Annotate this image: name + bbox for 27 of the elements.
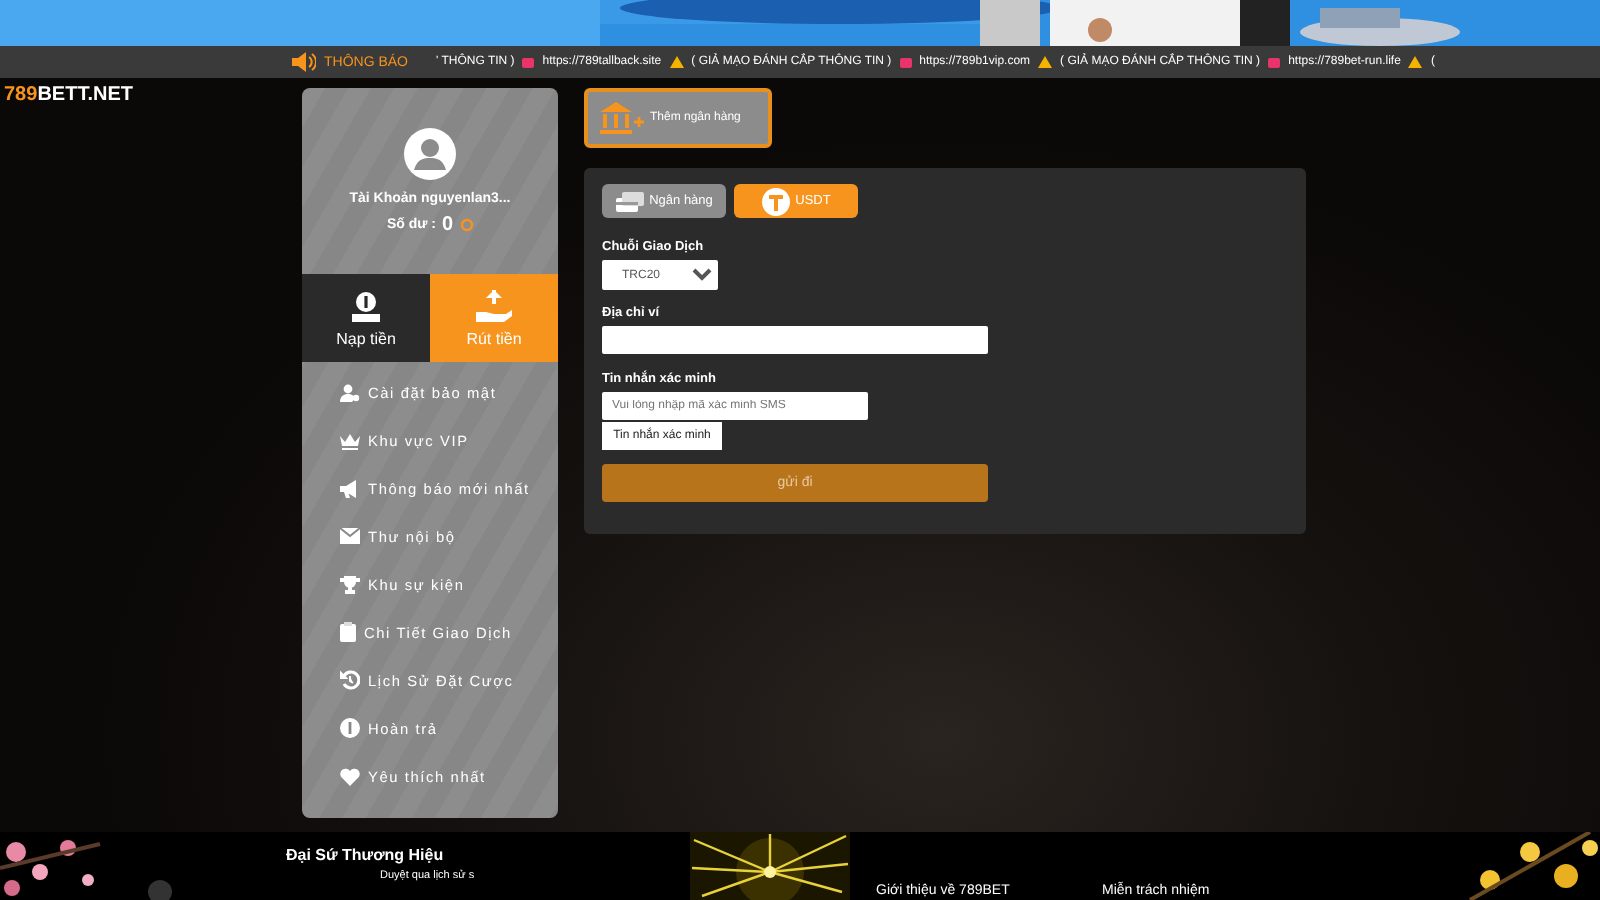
site-logo[interactable]: 789BETT.NET <box>4 84 133 106</box>
speaker-icon <box>292 52 316 72</box>
trophy-icon <box>340 575 360 593</box>
clipboard-icon <box>340 622 356 642</box>
avatar-icon <box>404 128 456 180</box>
user-gear-icon <box>340 383 360 401</box>
link-icon <box>1268 57 1281 67</box>
bank-plus-icon <box>600 102 644 134</box>
warning-icon <box>1408 56 1423 68</box>
wallet-address-field[interactable] <box>602 326 988 354</box>
history-icon <box>340 670 360 690</box>
warning-icon <box>1038 56 1053 68</box>
withdraw-tab[interactable]: Rút tiền <box>430 274 558 362</box>
heart-icon <box>340 767 360 785</box>
coin-icon <box>340 718 360 738</box>
warning-icon <box>669 56 684 68</box>
link-icon <box>899 57 912 67</box>
ambassador-heading: Đại Sứ Thương Hiệu <box>286 846 444 864</box>
deposit-tab[interactable]: Nạp tiền <box>302 274 430 362</box>
envelope-icon <box>340 528 360 544</box>
crown-icon <box>340 431 360 449</box>
megaphone-icon <box>340 479 360 497</box>
tether-coin-icon <box>761 187 790 215</box>
card-stack-icon <box>615 191 644 211</box>
balance-value: 0 <box>441 214 454 236</box>
link-icon <box>522 57 535 67</box>
hand-coin-icon <box>476 289 512 321</box>
